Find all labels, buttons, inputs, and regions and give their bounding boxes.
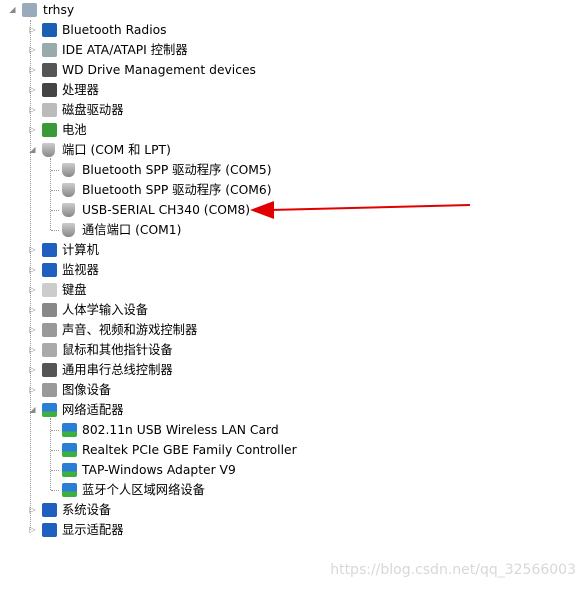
watermark: https://blog.csdn.net/qq_32566003: [330, 562, 576, 578]
arrow-head: [250, 201, 274, 219]
red-arrow-annotation: [250, 201, 471, 219]
arrow-shaft: [269, 204, 471, 211]
